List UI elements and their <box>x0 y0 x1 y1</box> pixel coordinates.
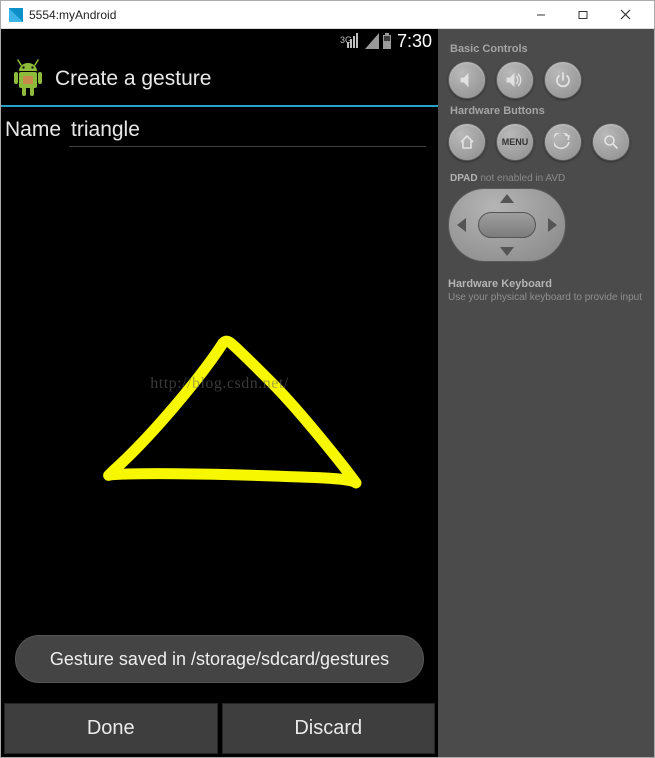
dpad-control <box>448 188 566 262</box>
gesture-canvas[interactable]: http://blog.csdn.net/ Gesture saved in /… <box>1 153 438 701</box>
menu-button[interactable]: MENU <box>496 123 534 161</box>
toast-message: Gesture saved in /storage/sdcard/gesture… <box>15 635 424 683</box>
dpad-up-button[interactable] <box>500 194 514 203</box>
done-button[interactable]: Done <box>4 703 218 754</box>
dpad-down-button[interactable] <box>500 247 514 256</box>
back-button[interactable] <box>544 123 582 161</box>
search-button[interactable] <box>592 123 630 161</box>
home-button[interactable] <box>448 123 486 161</box>
gesture-stroke <box>1 153 438 701</box>
android-robot-icon <box>11 59 45 99</box>
status-time: 7:30 <box>397 31 432 52</box>
window-maximize-button[interactable] <box>562 3 604 27</box>
hardware-keyboard-section: Hardware Keyboard Use your physical keyb… <box>448 278 646 303</box>
emulator-screen: 3G 7:30 <box>1 29 438 757</box>
dpad-center-button[interactable] <box>478 212 536 238</box>
window-titlebar: 5554:myAndroid <box>1 1 654 29</box>
basic-controls-title: Basic Controls <box>450 43 646 55</box>
emulator-app-icon <box>9 8 23 22</box>
emulator-controls-panel: Basic Controls Hardware Buttons MENU <box>438 29 654 757</box>
app-header: Create a gesture <box>1 53 438 107</box>
discard-button[interactable]: Discard <box>222 703 436 754</box>
hw-keyboard-title: Hardware Keyboard <box>448 278 646 290</box>
bottom-button-row: Done Discard <box>1 701 438 757</box>
gesture-name-input[interactable] <box>69 114 426 147</box>
hardware-buttons-title: Hardware Buttons <box>450 105 646 117</box>
volume-up-button[interactable] <box>496 61 534 99</box>
app-title: Create a gesture <box>55 67 211 91</box>
window-close-button[interactable] <box>604 3 646 27</box>
name-label: Name <box>5 118 61 142</box>
volume-down-button[interactable] <box>448 61 486 99</box>
battery-icon <box>382 33 392 49</box>
power-button[interactable] <box>544 61 582 99</box>
signal-icon <box>365 33 379 49</box>
hw-keyboard-note: Use your physical keyboard to provide in… <box>448 292 646 303</box>
android-status-bar: 3G 7:30 <box>1 29 438 53</box>
window-minimize-button[interactable] <box>520 3 562 27</box>
dpad-left-button[interactable] <box>457 218 466 232</box>
window-title: 5554:myAndroid <box>29 8 520 22</box>
network-3g-icon: 3G <box>340 33 362 49</box>
dpad-right-button[interactable] <box>548 218 557 232</box>
gesture-name-row: Name <box>1 107 438 153</box>
dpad-section-label: DPAD not enabled in AVD <box>450 173 646 184</box>
